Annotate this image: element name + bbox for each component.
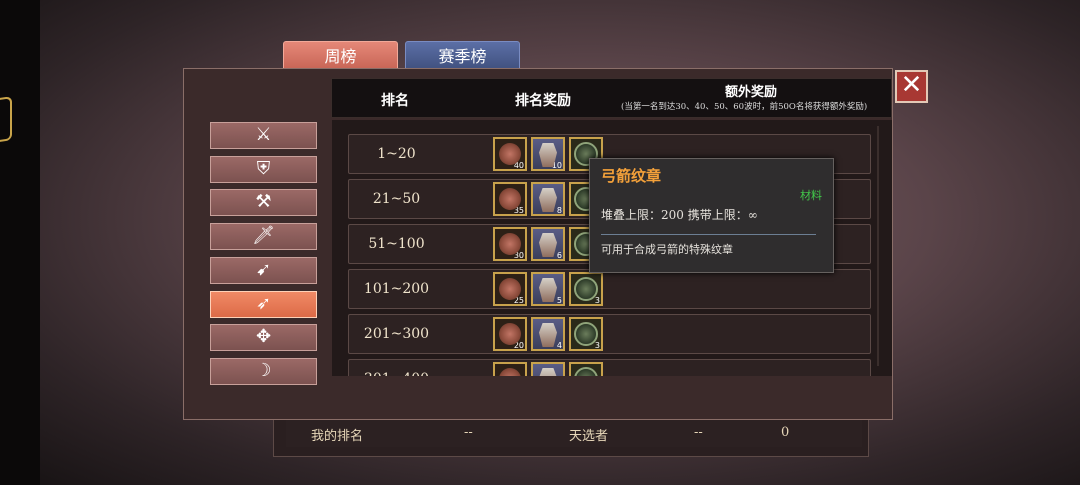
reward-row: 201~300 20 4 3 xyxy=(348,314,871,354)
item-count: 10 xyxy=(551,161,562,170)
tooltip-type: 材料 xyxy=(800,189,822,202)
item-count: 5 xyxy=(556,296,562,305)
emblem-reward-icon[interactable]: 3 xyxy=(569,317,603,351)
tooltip-divider xyxy=(601,234,816,235)
rank-range: 21~50 xyxy=(372,191,421,207)
armor-reward-icon[interactable]: 6 xyxy=(531,227,565,261)
rank-range: 301~400 xyxy=(349,371,444,376)
reward-row: 101~200 25 5 3 xyxy=(348,269,871,309)
my-rank-value: -- xyxy=(464,425,473,440)
scythe-icon: ☽ xyxy=(255,360,272,381)
category-button[interactable]: ➶ xyxy=(210,291,317,318)
table-header: 排名 排名奖励 额外奖励 (当第一名到达30、40、50、60波时，前50O名将… xyxy=(331,78,892,118)
crossed-swords-icon: ⚔ xyxy=(255,124,272,145)
my-rank-title: 天选者 xyxy=(569,429,609,444)
emblem-reward-icon[interactable] xyxy=(569,362,603,376)
armor-reward-icon[interactable]: 10 xyxy=(531,137,565,171)
rank-range: 101~200 xyxy=(363,281,430,297)
rank-range: 201~300 xyxy=(363,326,430,342)
header-extra-reward: 额外奖励 xyxy=(725,85,778,100)
armor-reward-icon[interactable]: 8 xyxy=(531,182,565,216)
coin-reward-icon[interactable]: 30 xyxy=(493,227,527,261)
tooltip-title: 弓箭纹章 xyxy=(601,167,662,185)
category-button[interactable]: ⚒ xyxy=(210,189,317,216)
crossbow-icon: ➶ xyxy=(255,293,272,314)
rank-range: 51~100 xyxy=(368,236,425,252)
my-rank-score: 0 xyxy=(781,425,790,440)
item-count: 20 xyxy=(513,341,524,350)
my-rank-row: 我的排名 -- 天选者 -- 0 xyxy=(286,419,862,447)
item-count: 25 xyxy=(513,296,524,305)
category-button[interactable]: ⛨ xyxy=(210,156,317,183)
sword-icon: 🗡 xyxy=(252,225,275,246)
item-count: 6 xyxy=(556,251,562,260)
hex-frame-icon[interactable] xyxy=(0,96,12,144)
coin-reward-icon[interactable]: 40 xyxy=(493,137,527,171)
tab-weekly[interactable]: 周榜 xyxy=(283,41,398,71)
armor-reward-icon[interactable]: 4 xyxy=(531,317,565,351)
spear-icon: ➹ xyxy=(255,259,272,280)
coin-reward-icon[interactable] xyxy=(493,362,527,376)
item-count: 30 xyxy=(513,251,524,260)
left-edge-strip xyxy=(0,0,40,485)
emblem-reward-icon[interactable]: 3 xyxy=(569,272,603,306)
header-rank-reward: 排名奖励 xyxy=(515,93,571,109)
close-icon: ✕ xyxy=(900,70,923,100)
item-count: 3 xyxy=(594,341,600,350)
item-count: 35 xyxy=(513,206,524,215)
axe-icon: ⚒ xyxy=(255,191,272,212)
item-tooltip: 弓箭纹章 材料 堆叠上限：200 携带上限：∞ 可用于合成弓箭的特殊纹章 xyxy=(589,158,834,273)
item-count: 8 xyxy=(556,206,562,215)
staff-icon: ✥ xyxy=(255,326,272,347)
category-button[interactable]: ➹ xyxy=(210,257,317,284)
close-button[interactable]: ✕ xyxy=(895,70,928,103)
item-count: 3 xyxy=(594,296,600,305)
armor-reward-icon[interactable] xyxy=(531,362,565,376)
category-button[interactable]: ⚔ xyxy=(210,122,317,149)
my-rank-label: 我的排名 xyxy=(311,429,364,444)
header-extra-note: (当第一名到达30、40、50、60波时，前50O名将获得额外奖励) xyxy=(621,102,868,112)
item-count: 4 xyxy=(556,341,562,350)
item-count: 40 xyxy=(513,161,524,170)
category-button[interactable]: ☽ xyxy=(210,358,317,385)
tab-season[interactable]: 赛季榜 xyxy=(405,41,520,71)
rank-range: 1~20 xyxy=(377,146,416,162)
list-scrollbar[interactable] xyxy=(877,126,879,366)
armor-reward-icon[interactable]: 5 xyxy=(531,272,565,306)
category-button[interactable]: 🗡 xyxy=(210,223,317,250)
coin-reward-icon[interactable]: 25 xyxy=(493,272,527,306)
header-rank: 排名 xyxy=(381,93,409,109)
reward-row: 301~400 xyxy=(348,359,871,376)
shield-icon: ⛨ xyxy=(256,158,271,179)
coin-reward-icon[interactable]: 35 xyxy=(493,182,527,216)
coin-reward-icon[interactable]: 20 xyxy=(493,317,527,351)
tooltip-description: 可用于合成弓箭的特殊纹章 xyxy=(601,243,733,256)
category-button[interactable]: ✥ xyxy=(210,324,317,351)
tooltip-stack-info: 堆叠上限：200 携带上限：∞ xyxy=(601,208,758,222)
my-rank-dash: -- xyxy=(694,425,703,440)
